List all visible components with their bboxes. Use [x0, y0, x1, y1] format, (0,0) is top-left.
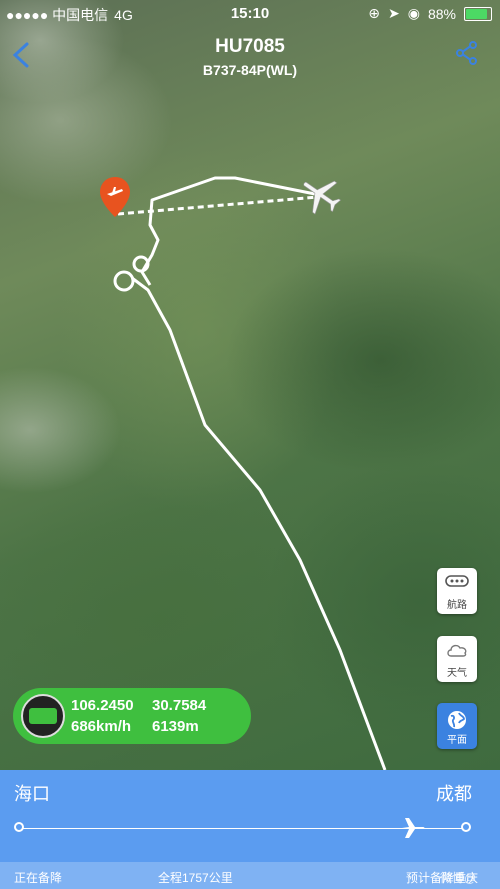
- battery-percent: 88%: [427, 5, 456, 22]
- weather-button-label: 天气: [447, 668, 467, 679]
- alarm-icon: ◉: [407, 5, 420, 21]
- longitude-value: 106.2450: [71, 697, 134, 714]
- destination-pin-icon[interactable]: [98, 175, 132, 224]
- route-icon: [445, 575, 469, 587]
- lock-rotation-icon: ⊕: [368, 5, 381, 21]
- destination-dot: [461, 822, 471, 832]
- flight-header: HU7085 B737-84P(WL): [0, 30, 500, 85]
- battery-icon: [464, 6, 492, 21]
- flight-number: HU7085: [215, 36, 285, 57]
- aircraft-type: B737-84P(WL): [202, 62, 298, 78]
- speed-value: 686km/h: [71, 718, 132, 735]
- share-button[interactable]: [454, 40, 480, 70]
- plane-progress-icon: [400, 816, 426, 845]
- plane-view-button[interactable]: 平面: [437, 703, 477, 749]
- flight-status: 正在备降: [14, 871, 63, 885]
- plane-view-label: 平面: [447, 735, 467, 746]
- watermark: 微博@: [440, 871, 477, 885]
- status-footer: 正在备降 全程1757公里 预计备降重庆 微博@: [0, 862, 500, 889]
- flight-info-panel: 106.2450 30.7584 686km/h 6139m: [13, 688, 251, 744]
- share-icon: [456, 41, 477, 65]
- route-button-label: 航路: [447, 600, 467, 611]
- status-bar: ●●●●● 中国电信 4G 15:10 ⊕ ➤ ◉ 88%: [0, 0, 500, 28]
- origin-dot: [14, 822, 24, 832]
- globe-icon: [448, 711, 466, 729]
- latitude-value: 30.7584: [152, 697, 207, 714]
- total-distance: 全程1757公里: [158, 871, 233, 885]
- airplane-icon[interactable]: [298, 172, 344, 223]
- origin-city: 海口: [14, 784, 50, 804]
- speedometer-icon: [21, 694, 65, 738]
- weather-button[interactable]: 天气: [437, 636, 477, 682]
- cloud-icon: [447, 644, 467, 657]
- map-view[interactable]: [0, 0, 500, 770]
- flight-track: [113, 176, 387, 770]
- location-arrow-icon: ➤: [388, 5, 400, 21]
- destination-city: 成都: [436, 784, 472, 804]
- altitude-value: 6139m: [152, 718, 199, 735]
- route-button[interactable]: 航路: [437, 568, 477, 614]
